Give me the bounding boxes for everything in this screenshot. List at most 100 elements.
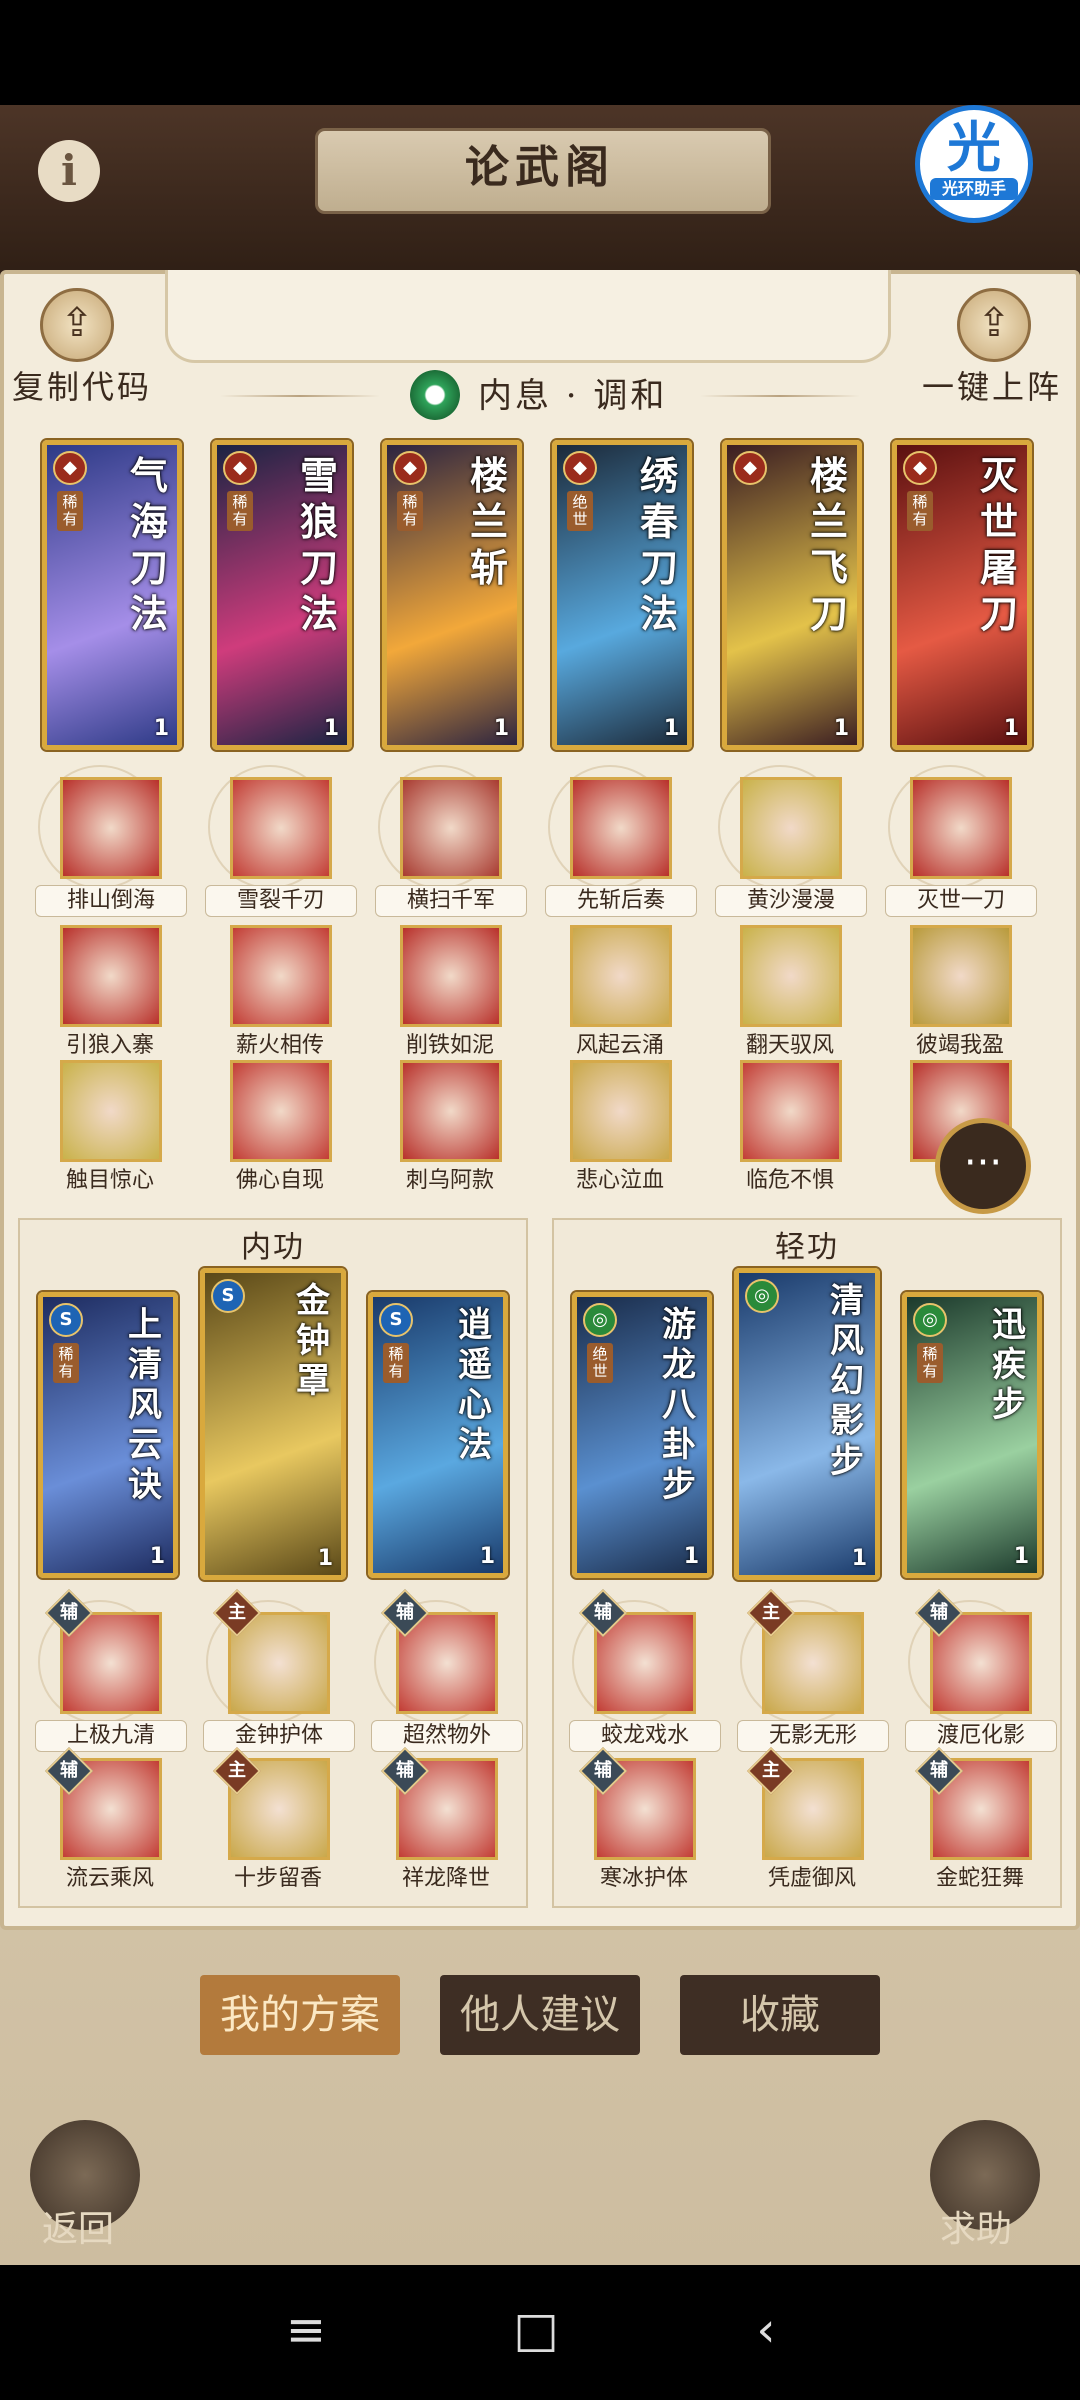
card-name: 楼兰飞刀 (809, 453, 848, 636)
element-badge-icon: ◆ (903, 451, 937, 485)
skill-slot[interactable]: 横扫千军 (370, 765, 530, 920)
skill-slot[interactable]: 引狼入寨 (30, 925, 190, 1061)
back-button[interactable]: 返回 (42, 2200, 114, 2252)
skill-slot[interactable]: 悲心泣血 (540, 1060, 700, 1196)
inner-kungfu-title: 内功 (241, 1230, 305, 1265)
skill-slot[interactable]: 临危不惧 (710, 1060, 870, 1196)
skill-slot[interactable]: 雪裂千刃 (200, 765, 360, 920)
inner-card[interactable]: S 稀有 逍遥心法 1 (368, 1292, 508, 1578)
skill-name: 排山倒海 (35, 885, 187, 917)
inner-badge-icon: S (211, 1279, 245, 1313)
skill-slot[interactable]: 刺乌阿款 (370, 1060, 530, 1196)
skill-icon (570, 777, 672, 879)
skill-slot[interactable]: 薪火相传 (200, 925, 360, 1061)
skill-slot[interactable]: 触目惊心 (30, 1060, 190, 1196)
skill-slot[interactable]: 辅超然物外 (366, 1588, 526, 1752)
element-badge-icon: ◆ (393, 451, 427, 485)
inner-card[interactable]: S 稀有 上清风云诀 1 (38, 1292, 178, 1578)
light-card[interactable]: ◎ 稀有 迅疾步 1 (902, 1292, 1042, 1578)
card-name: 楼兰斩 (469, 453, 508, 590)
skill-icon (230, 777, 332, 879)
skill-slot[interactable]: 排山倒海 (30, 765, 190, 920)
skill-name: 灭世一刀 (885, 885, 1037, 917)
one-click-deploy-icon[interactable]: ⇪ (957, 288, 1031, 362)
tab-my-plan[interactable]: 我的方案 (200, 1975, 400, 2055)
skill-slot[interactable]: 翻天驭风 (710, 925, 870, 1061)
help-button[interactable]: 求助 (940, 2200, 1012, 2252)
skill-slot[interactable]: 灭世一刀 (880, 765, 1040, 920)
skill-slot[interactable]: 辅渡厄化影 (900, 1588, 1060, 1752)
skill-slot[interactable]: 主十步留香 (198, 1746, 358, 1894)
helper-glyph: 光 (947, 116, 1001, 179)
light-badge-icon: ◎ (583, 1303, 617, 1337)
card-level: 1 (493, 716, 509, 741)
rarity-tag: 稀有 (907, 491, 933, 531)
role-label: 辅 (60, 1602, 78, 1623)
skill-slot[interactable]: 彼竭我盈 (880, 925, 1040, 1061)
card-name: 灭世屠刀 (979, 453, 1018, 636)
element-badge-icon: ◆ (223, 451, 257, 485)
weapon-card[interactable]: ◆ 稀有 雪狼刀法 1 (212, 440, 352, 750)
role-label: 主 (228, 1602, 246, 1623)
card-level: 1 (851, 1546, 867, 1571)
card-level: 1 (1013, 1544, 1029, 1569)
skill-icon (400, 925, 502, 1027)
tab-others-suggestion[interactable]: 他人建议 (440, 1975, 640, 2055)
skill-slot[interactable]: 辅流云乘风 (30, 1746, 190, 1894)
inner-card[interactable]: S 金钟罩 1 (200, 1268, 346, 1580)
light-card[interactable]: ◎ 绝世 游龙八卦步 1 (572, 1292, 712, 1578)
neixi-icon (410, 370, 460, 420)
card-level: 1 (683, 1544, 699, 1569)
rarity-tag: 稀有 (57, 491, 83, 531)
role-label: 辅 (930, 1760, 948, 1781)
helper-floating-button[interactable]: 光 光环助手 (915, 105, 1033, 223)
card-level: 1 (663, 716, 679, 741)
weapon-card[interactable]: ◆ 稀有 气海刀法 1 (42, 440, 182, 750)
copy-code-button[interactable]: 复制代码 (12, 362, 152, 408)
role-label: 辅 (594, 1602, 612, 1623)
weapon-card[interactable]: ◆ 稀有 灭世屠刀 1 (892, 440, 1032, 750)
card-name: 迅疾步 (992, 1305, 1026, 1425)
card-name: 游龙八卦步 (662, 1305, 696, 1505)
skill-slot[interactable]: 辅祥龙降世 (366, 1746, 526, 1894)
role-label: 主 (762, 1602, 780, 1623)
back-icon[interactable]: ‹ (736, 2300, 796, 2360)
skill-name: 引狼入寨 (65, 1033, 154, 1058)
skill-name: 刺乌阿款 (405, 1168, 494, 1193)
skill-name: 无影无形 (737, 1720, 889, 1752)
skill-name: 金蛇狂舞 (935, 1866, 1024, 1891)
copy-code-icon[interactable]: ⇪ (40, 288, 114, 362)
inner-badge-icon: S (49, 1303, 83, 1337)
chat-bubble-button[interactable]: ··· (935, 1118, 1031, 1214)
card-name: 逍遥心法 (458, 1305, 492, 1465)
skill-name: 风起云涌 (575, 1033, 664, 1058)
skill-slot[interactable]: 主金钟护体 (198, 1588, 358, 1752)
info-icon[interactable]: i (38, 140, 100, 202)
rarity-tag: 绝世 (587, 1343, 613, 1383)
skill-slot[interactable]: 风起云涌 (540, 925, 700, 1061)
skill-slot[interactable]: 主凭虚御风 (732, 1746, 892, 1894)
skill-icon (60, 777, 162, 879)
skill-slot[interactable]: 主无影无形 (732, 1588, 892, 1752)
light-card[interactable]: ◎ 清风幻影步 1 (734, 1268, 880, 1580)
skill-slot[interactable]: 辅蛟龙戏水 (564, 1588, 724, 1752)
weapon-card[interactable]: ◆ 楼兰飞刀 1 (722, 440, 862, 750)
skill-slot[interactable]: 黄沙漫漫 (710, 765, 870, 920)
home-icon[interactable]: □ (506, 2300, 566, 2360)
skill-slot[interactable]: 佛心自现 (200, 1060, 360, 1196)
skill-slot[interactable]: 削铁如泥 (370, 925, 530, 1061)
menu-icon[interactable]: ≡ (276, 2300, 336, 2360)
skill-icon (570, 925, 672, 1027)
weapon-card[interactable]: ◆ 稀有 楼兰斩 1 (382, 440, 522, 750)
skill-name: 渡厄化影 (905, 1720, 1057, 1752)
skill-slot[interactable]: 辅寒冰护体 (564, 1746, 724, 1894)
tab-favorites[interactable]: 收藏 (680, 1975, 880, 2055)
skill-slot[interactable]: 辅上极九清 (30, 1588, 190, 1752)
skill-slot[interactable]: 先斩后奏 (540, 765, 700, 920)
skill-icon (230, 925, 332, 1027)
role-label: 辅 (594, 1760, 612, 1781)
one-click-deploy-button[interactable]: 一键上阵 (922, 362, 1062, 408)
weapon-card[interactable]: ◆ 绝世 绣春刀法 1 (552, 440, 692, 750)
card-level: 1 (153, 716, 169, 741)
skill-slot[interactable]: 辅金蛇狂舞 (900, 1746, 1060, 1894)
